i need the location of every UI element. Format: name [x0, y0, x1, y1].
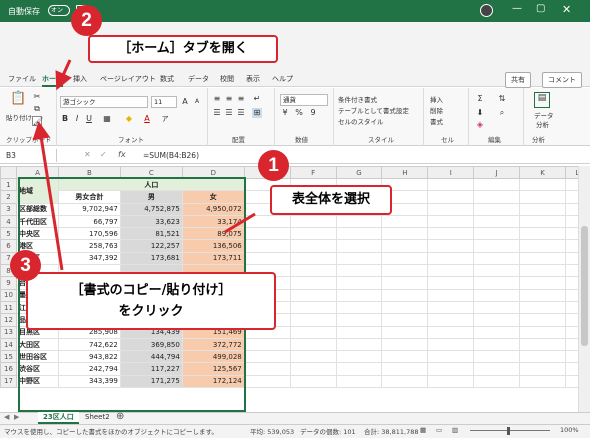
arrow-step3 [32, 121, 64, 271]
step2-callout: ［ホーム］タブを開く [88, 35, 278, 63]
step1-badge: 1 [258, 150, 289, 181]
step3-callout: ［書式のコピー/貼り付け］ をクリック [26, 272, 276, 330]
arrow-step2 [55, 59, 72, 91]
step3-line1: ［書式のコピー/貼り付け］ [70, 283, 232, 298]
step1-callout: 表全体を選択 [270, 185, 392, 215]
annotation-arrows [32, 59, 256, 271]
arrow-step1 [224, 212, 256, 234]
step3-badge: 3 [10, 250, 41, 281]
step3-line2: をクリック [118, 304, 184, 319]
step2-badge: 2 [71, 5, 102, 36]
